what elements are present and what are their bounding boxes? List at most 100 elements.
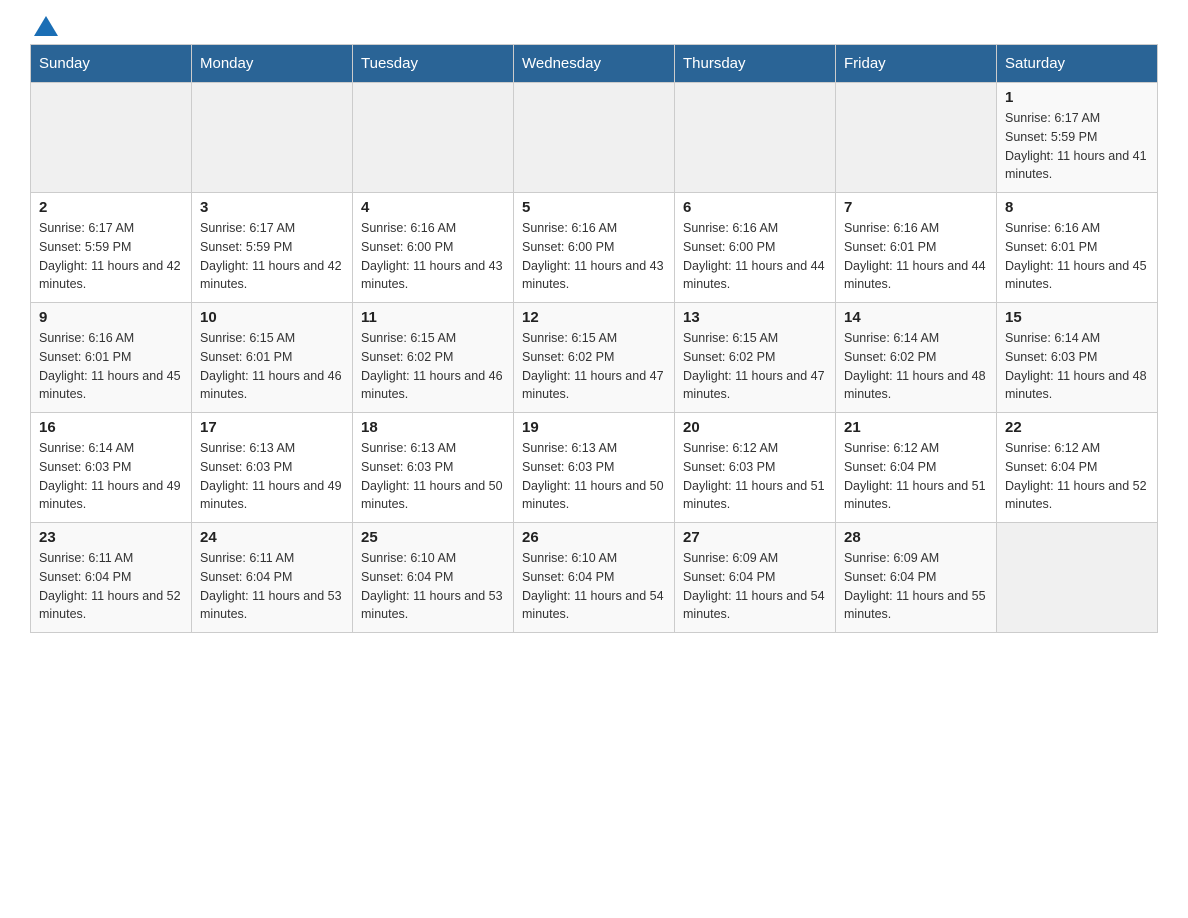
weekday-header-monday: Monday	[192, 45, 353, 83]
calendar-cell	[836, 83, 997, 193]
calendar-cell: 20 Sunrise: 6:12 AMSunset: 6:03 PMDayligh…	[675, 413, 836, 523]
logo-top	[30, 20, 58, 36]
day-sun-info: Sunrise: 6:09 AMSunset: 6:04 PMDaylight:…	[844, 549, 988, 624]
weekday-header-sunday: Sunday	[31, 45, 192, 83]
day-sun-info: Sunrise: 6:14 AMSunset: 6:03 PMDaylight:…	[39, 439, 183, 514]
day-number: 2	[39, 199, 183, 216]
day-sun-info: Sunrise: 6:17 AMSunset: 5:59 PMDaylight:…	[39, 219, 183, 294]
day-sun-info: Sunrise: 6:12 AMSunset: 6:04 PMDaylight:…	[844, 439, 988, 514]
calendar-cell	[31, 83, 192, 193]
calendar-cell: 22Sunrise: 6:12 AMSunset: 6:04 PMDayligh…	[997, 413, 1158, 523]
weekday-header-thursday: Thursday	[675, 45, 836, 83]
day-sun-info: Sunrise: 6:16 AMSunset: 6:01 PMDaylight:…	[39, 329, 183, 404]
week-row-5: 23 Sunrise: 6:11 AMSunset: 6:04 PMDayligh…	[31, 523, 1158, 633]
calendar-cell: 11 Sunrise: 6:15 AMSunset: 6:02 PMDayligh…	[353, 303, 514, 413]
day-sun-info: Sunrise: 6:13 AMSunset: 6:03 PMDaylight:…	[200, 439, 344, 514]
day-sun-info: Sunrise: 6:12 AMSunset: 6:04 PMDaylight:…	[1005, 439, 1149, 514]
calendar-cell: 16 Sunrise: 6:14 AMSunset: 6:03 PMDayligh…	[31, 413, 192, 523]
day-sun-info: Sunrise: 6:15 AMSunset: 6:02 PMDaylight:…	[361, 329, 505, 404]
week-row-4: 16 Sunrise: 6:14 AMSunset: 6:03 PMDayligh…	[31, 413, 1158, 523]
day-number: 25	[361, 529, 505, 546]
calendar-cell	[192, 83, 353, 193]
day-sun-info: Sunrise: 6:11 AMSunset: 6:04 PMDaylight:…	[200, 549, 344, 624]
day-number: 28	[844, 529, 988, 546]
calendar-cell: 19 Sunrise: 6:13 AMSunset: 6:03 PMDayligh…	[514, 413, 675, 523]
day-sun-info: Sunrise: 6:12 AMSunset: 6:03 PMDaylight:…	[683, 439, 827, 514]
day-number: 16	[39, 419, 183, 436]
calendar-cell: 3 Sunrise: 6:17 AMSunset: 5:59 PMDaylight…	[192, 193, 353, 303]
day-sun-info: Sunrise: 6:15 AMSunset: 6:01 PMDaylight:…	[200, 329, 344, 404]
day-sun-info: Sunrise: 6:10 AMSunset: 6:04 PMDaylight:…	[361, 549, 505, 624]
calendar-cell: 15 Sunrise: 6:14 AMSunset: 6:03 PMDayligh…	[997, 303, 1158, 413]
calendar-cell: 13 Sunrise: 6:15 AMSunset: 6:02 PMDayligh…	[675, 303, 836, 413]
calendar-cell: 21 Sunrise: 6:12 AMSunset: 6:04 PMDayligh…	[836, 413, 997, 523]
calendar-cell: 28 Sunrise: 6:09 AMSunset: 6:04 PMDayligh…	[836, 523, 997, 633]
calendar-cell: 2 Sunrise: 6:17 AMSunset: 5:59 PMDaylight…	[31, 193, 192, 303]
day-sun-info: Sunrise: 6:16 AMSunset: 6:00 PMDaylight:…	[361, 219, 505, 294]
day-number: 7	[844, 199, 988, 216]
weekday-header-tuesday: Tuesday	[353, 45, 514, 83]
day-sun-info: Sunrise: 6:15 AMSunset: 6:02 PMDaylight:…	[683, 329, 827, 404]
calendar-cell: 26 Sunrise: 6:10 AMSunset: 6:04 PMDayligh…	[514, 523, 675, 633]
weekday-header-wednesday: Wednesday	[514, 45, 675, 83]
day-number: 4	[361, 199, 505, 216]
week-row-3: 9 Sunrise: 6:16 AMSunset: 6:01 PMDaylight…	[31, 303, 1158, 413]
calendar-cell: 17 Sunrise: 6:13 AMSunset: 6:03 PMDayligh…	[192, 413, 353, 523]
day-sun-info: Sunrise: 6:17 AMSunset: 5:59 PMDaylight:…	[200, 219, 344, 294]
calendar-cell: 25 Sunrise: 6:10 AMSunset: 6:04 PMDayligh…	[353, 523, 514, 633]
day-sun-info: Sunrise: 6:16 AMSunset: 6:01 PMDaylight:…	[1005, 219, 1149, 294]
calendar-cell: 6Sunrise: 6:16 AMSunset: 6:00 PMDaylight…	[675, 193, 836, 303]
day-number: 23	[39, 529, 183, 546]
day-sun-info: Sunrise: 6:14 AMSunset: 6:02 PMDaylight:…	[844, 329, 988, 404]
calendar-cell: 12Sunrise: 6:15 AMSunset: 6:02 PMDayligh…	[514, 303, 675, 413]
day-number: 8	[1005, 199, 1149, 216]
calendar-cell: 14 Sunrise: 6:14 AMSunset: 6:02 PMDayligh…	[836, 303, 997, 413]
day-number: 20	[683, 419, 827, 436]
calendar-cell: 7 Sunrise: 6:16 AMSunset: 6:01 PMDaylight…	[836, 193, 997, 303]
calendar-cell: 27 Sunrise: 6:09 AMSunset: 6:04 PMDayligh…	[675, 523, 836, 633]
day-sun-info: Sunrise: 6:14 AMSunset: 6:03 PMDaylight:…	[1005, 329, 1149, 404]
calendar-cell	[675, 83, 836, 193]
calendar-cell: 4 Sunrise: 6:16 AMSunset: 6:00 PMDaylight…	[353, 193, 514, 303]
calendar-cell: 18Sunrise: 6:13 AMSunset: 6:03 PMDayligh…	[353, 413, 514, 523]
day-sun-info: Sunrise: 6:16 AMSunset: 6:01 PMDaylight:…	[844, 219, 988, 294]
calendar-cell: 23 Sunrise: 6:11 AMSunset: 6:04 PMDayligh…	[31, 523, 192, 633]
day-sun-info: Sunrise: 6:09 AMSunset: 6:04 PMDaylight:…	[683, 549, 827, 624]
day-sun-info: Sunrise: 6:17 AMSunset: 5:59 PMDaylight:…	[1005, 109, 1149, 184]
calendar-cell: 9 Sunrise: 6:16 AMSunset: 6:01 PMDaylight…	[31, 303, 192, 413]
day-sun-info: Sunrise: 6:13 AMSunset: 6:03 PMDaylight:…	[522, 439, 666, 514]
day-number: 5	[522, 199, 666, 216]
day-number: 9	[39, 309, 183, 326]
day-number: 14	[844, 309, 988, 326]
day-number: 19	[522, 419, 666, 436]
day-number: 11	[361, 309, 505, 326]
weekday-header-saturday: Saturday	[997, 45, 1158, 83]
calendar-cell	[353, 83, 514, 193]
day-number: 12	[522, 309, 666, 326]
day-sun-info: Sunrise: 6:11 AMSunset: 6:04 PMDaylight:…	[39, 549, 183, 624]
logo	[30, 20, 58, 34]
day-number: 1	[1005, 89, 1149, 106]
day-number: 15	[1005, 309, 1149, 326]
day-number: 3	[200, 199, 344, 216]
calendar-cell	[514, 83, 675, 193]
calendar-cell: 10 Sunrise: 6:15 AMSunset: 6:01 PMDayligh…	[192, 303, 353, 413]
day-number: 18	[361, 419, 505, 436]
week-row-2: 2 Sunrise: 6:17 AMSunset: 5:59 PMDaylight…	[31, 193, 1158, 303]
calendar-cell: 8 Sunrise: 6:16 AMSunset: 6:01 PMDaylight…	[997, 193, 1158, 303]
page-header	[30, 20, 1158, 34]
day-number: 6	[683, 199, 827, 216]
day-number: 17	[200, 419, 344, 436]
weekday-header-row: SundayMondayTuesdayWednesdayThursdayFrid…	[31, 45, 1158, 83]
day-number: 24	[200, 529, 344, 546]
day-number: 21	[844, 419, 988, 436]
day-number: 26	[522, 529, 666, 546]
day-number: 10	[200, 309, 344, 326]
day-sun-info: Sunrise: 6:10 AMSunset: 6:04 PMDaylight:…	[522, 549, 666, 624]
day-number: 13	[683, 309, 827, 326]
week-row-1: 1 Sunrise: 6:17 AMSunset: 5:59 PMDaylight…	[31, 83, 1158, 193]
calendar-table: SundayMondayTuesdayWednesdayThursdayFrid…	[30, 44, 1158, 633]
calendar-cell: 5 Sunrise: 6:16 AMSunset: 6:00 PMDaylight…	[514, 193, 675, 303]
day-number: 27	[683, 529, 827, 546]
day-sun-info: Sunrise: 6:16 AMSunset: 6:00 PMDaylight:…	[522, 219, 666, 294]
